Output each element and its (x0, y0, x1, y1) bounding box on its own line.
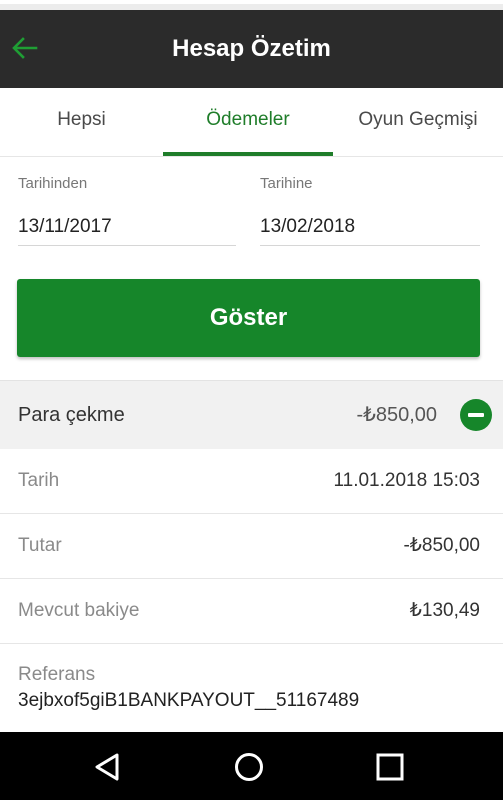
nav-recents-icon[interactable] (373, 750, 407, 784)
reference-label: Referans (18, 664, 96, 685)
detail-label: Mevcut bakiye (18, 600, 140, 621)
collapse-icon[interactable] (460, 399, 492, 431)
to-date-label: Tarihine (260, 175, 313, 192)
detail-label: Tarih (18, 470, 60, 491)
detail-value: -₺850,00 (403, 535, 480, 556)
to-date-field[interactable]: 13/02/2018 (260, 209, 480, 246)
tab-bar: Hepsi Ödemeler Oyun Geçmişi (0, 88, 503, 157)
detail-value: ₺130,49 (409, 600, 480, 621)
from-date-label: Tarihinden (18, 175, 88, 192)
date-filter: Tarihinden 13/11/2017 Tarihine 13/02/201… (0, 157, 503, 382)
show-button[interactable]: Göster (17, 279, 480, 357)
status-bar (0, 0, 503, 10)
nav-back-icon[interactable] (90, 750, 124, 784)
detail-label: Tutar (18, 535, 62, 556)
transaction-title: Para çekme (18, 404, 125, 426)
tab-all[interactable]: Hepsi (0, 88, 163, 156)
detail-value: 11.01.2018 15:03 (333, 470, 480, 491)
reference-value: 3ejbxof5giB1BANKPAYOUT__51167489 (18, 690, 360, 711)
detail-row-balance: Mevcut bakiye ₺130,49 (0, 579, 503, 644)
transaction-amount: -₺850,00 (356, 404, 437, 426)
system-nav-bar (0, 732, 503, 800)
tab-game-history[interactable]: Oyun Geçmişi (333, 88, 503, 156)
from-date-field[interactable]: 13/11/2017 (18, 209, 236, 246)
transaction-summary-row[interactable]: Para çekme -₺850,00 (0, 380, 503, 450)
app-header: Hesap Özetim (0, 10, 503, 88)
tab-payments[interactable]: Ödemeler (163, 88, 333, 156)
nav-home-icon[interactable] (232, 750, 266, 784)
detail-row-date: Tarih 11.01.2018 15:03 (0, 449, 503, 514)
detail-row-amount: Tutar -₺850,00 (0, 514, 503, 579)
page-title: Hesap Özetim (172, 35, 331, 62)
